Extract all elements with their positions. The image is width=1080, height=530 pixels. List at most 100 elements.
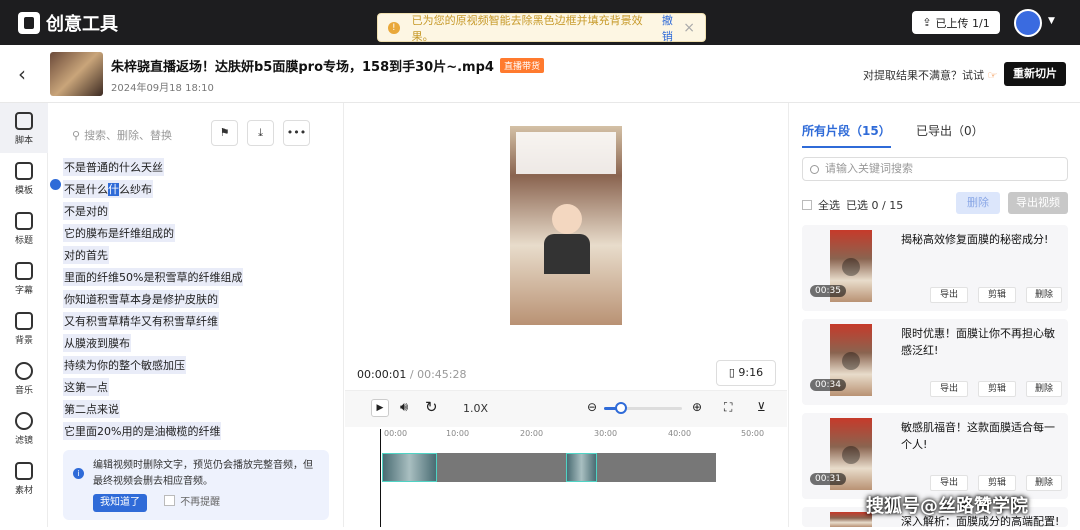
clip-edit-button[interactable]: 剪辑 [978, 381, 1016, 397]
nav-item-filter[interactable]: 滤镜 [0, 403, 48, 453]
clip-export-button[interactable]: 导出 [930, 287, 968, 303]
clip-card[interactable]: 00:31 敏感肌福音！这款面膜适合每一个人! 导出 剪辑 删除 [802, 413, 1068, 499]
aspect-ratio-button[interactable]: ▯ 9:16 [716, 360, 776, 386]
current-time: 00:00:01 [357, 368, 407, 381]
text-cursor-handle[interactable] [50, 179, 61, 190]
script-line[interactable]: 里面的纤维50%是积雪草的纤维组成 [63, 268, 244, 286]
tab-exported[interactable]: 已导出（0） [916, 122, 984, 139]
selected-count: 已选 0 / 15 [846, 199, 904, 212]
script-line[interactable]: 第二点来说 [63, 400, 120, 418]
script-line[interactable]: 你知道积雪草本身是修护皮肤的 [63, 290, 219, 308]
warning-icon: ! [388, 21, 400, 34]
script-line[interactable]: 不是什么什么纱布 [63, 180, 153, 198]
product-banner [516, 132, 616, 174]
script-line[interactable]: 不是对的 [63, 202, 109, 220]
nav-item-script[interactable]: 脚本 [0, 103, 48, 153]
nav-item-background[interactable]: 背景 [0, 303, 48, 353]
video-preview[interactable] [510, 126, 622, 325]
app-logo[interactable]: 创意工具 [18, 10, 118, 36]
avatar[interactable] [1014, 9, 1042, 37]
more-button[interactable]: ••• [283, 120, 310, 146]
select-all-label: 全选 [818, 199, 840, 212]
zoom-out-icon[interactable]: ⊖ [587, 400, 597, 414]
nav-item-title[interactable]: 标题 [0, 203, 48, 253]
playhead[interactable] [380, 429, 381, 527]
split-icon[interactable]: ⊻ [757, 400, 766, 414]
clip-title: 限时优惠！面膜让你不再担心敏感泛红! [901, 327, 1055, 357]
undo-link[interactable]: 撤销 [662, 12, 683, 44]
script-line-text: 不是什么 [64, 183, 108, 196]
script-line[interactable]: 对的首先 [63, 246, 109, 264]
nav-item-template[interactable]: 模板 [0, 153, 48, 203]
info-icon: i [73, 468, 84, 479]
script-line[interactable]: 它里面20%用的是油橄榄的纤维 [63, 422, 222, 440]
volume-icon[interactable]: 🔊︎ [400, 400, 408, 415]
download-button[interactable]: ⤓ [247, 120, 274, 146]
clip-export-button[interactable]: 导出 [930, 475, 968, 491]
timeline-clip[interactable] [382, 453, 437, 482]
nav-item-subtitle[interactable]: 字幕 [0, 253, 48, 303]
nav-label: 模板 [14, 186, 33, 196]
left-nav: 脚本 模板 标题 字幕 背景 音乐 滤镜 素材 [0, 103, 48, 527]
clip-search-input[interactable]: 请输入关键词搜索 [802, 157, 1068, 181]
clip-title: 敏感肌福音！这款面膜适合每一个人! [901, 421, 1055, 451]
playback-controls [345, 390, 787, 427]
tab-all-clips[interactable]: 所有片段（15） [802, 122, 891, 148]
flag-icon: ⚑ [219, 126, 230, 139]
clip-delete-button[interactable]: 删除 [1026, 381, 1062, 397]
video-header: ‹ 朱梓骁直播返场！达肤妍b5面膜pro专场，158到手30片~.mp4 直播带货… [0, 45, 1080, 103]
script-line[interactable]: 它的膜布是纤维组成的 [63, 224, 175, 242]
video-thumbnail [50, 52, 103, 96]
subtitle-icon [15, 262, 33, 280]
script-line[interactable]: 持续为你的整个敏感加压 [63, 356, 186, 374]
music-icon [15, 362, 33, 380]
script-line[interactable]: 从膜液到膜布 [63, 334, 131, 352]
upload-status-button[interactable]: ⇪ 已上传 1/1 [912, 11, 1000, 34]
delete-button[interactable]: 删除 [956, 192, 1000, 214]
live-tag: 直播带货 [499, 58, 544, 73]
search-icon [810, 165, 819, 174]
clip-export-button[interactable]: 导出 [930, 381, 968, 397]
timeline-clip[interactable] [566, 453, 597, 482]
phone-icon: ▯ [728, 366, 735, 379]
clip-delete-button[interactable]: 删除 [1026, 475, 1062, 491]
close-icon[interactable]: × [683, 20, 695, 36]
timeline-tick: 50:00 [741, 429, 765, 438]
clip-edit-button[interactable]: 剪辑 [978, 475, 1016, 491]
speed-selector[interactable]: 1.0X [463, 402, 488, 415]
export-video-button[interactable]: 导出视频 [1008, 192, 1068, 214]
flag-button[interactable]: ⚑ [211, 120, 238, 146]
nav-item-music[interactable]: 音乐 [0, 353, 48, 403]
clip-card[interactable]: 00:35 揭秘高效修复面膜的秘密成分! 导出 剪辑 删除 [802, 225, 1068, 311]
clip-edit-button[interactable]: 剪辑 [978, 287, 1016, 303]
notice-toast: ! 已为您的原视频智能去除黑色边框并填充背景效果。 撤销 × [377, 12, 706, 44]
select-all[interactable]: 全选 已选 0 / 15 [802, 197, 903, 213]
selected-char: 什 [108, 183, 119, 196]
unsatisfied-hint: 对提取结果不满意？试试 ☞ [863, 67, 997, 83]
back-icon[interactable]: ‹ [18, 62, 26, 86]
zoom-in-icon[interactable]: ⊕ [692, 400, 702, 414]
recut-button[interactable]: 重新切片 [1004, 62, 1066, 86]
filter-icon [15, 412, 33, 430]
select-all-checkbox[interactable] [802, 200, 812, 210]
replay-icon[interactable]: ↻ [425, 398, 438, 416]
chevron-down-icon[interactable]: ▼ [1048, 16, 1055, 26]
script-line[interactable]: 又有积雪草精华又有积雪草纤维 [63, 312, 219, 330]
script-search[interactable]: ⚲ 搜索、删除、替换 [72, 127, 172, 143]
play-button[interactable]: ▶ [371, 399, 389, 417]
got-it-button[interactable]: 我知道了 [93, 494, 147, 512]
nav-item-material[interactable]: 素材 [0, 453, 48, 503]
script-line[interactable]: 不是普通的什么天丝 [63, 158, 164, 176]
clip-card[interactable]: 00:34 限时优惠！面膜让你不再担心敏感泛红! 导出 剪辑 删除 [802, 319, 1068, 405]
clip-delete-button[interactable]: 删除 [1026, 287, 1062, 303]
nav-label: 标题 [14, 236, 33, 246]
clip-duration: 00:31 [810, 473, 846, 485]
aspect-ratio-label: 9:16 [738, 366, 764, 379]
logo-icon [18, 12, 40, 34]
script-line[interactable]: 这第一点 [63, 378, 109, 396]
timeline-tick: 40:00 [668, 429, 692, 438]
fullscreen-icon[interactable]: ⛶ [724, 400, 732, 415]
no-remind-checkbox[interactable]: 不再提醒 [164, 495, 220, 511]
pointing-hand-icon: ☞ [987, 69, 998, 82]
zoom-slider-handle[interactable] [615, 402, 627, 414]
